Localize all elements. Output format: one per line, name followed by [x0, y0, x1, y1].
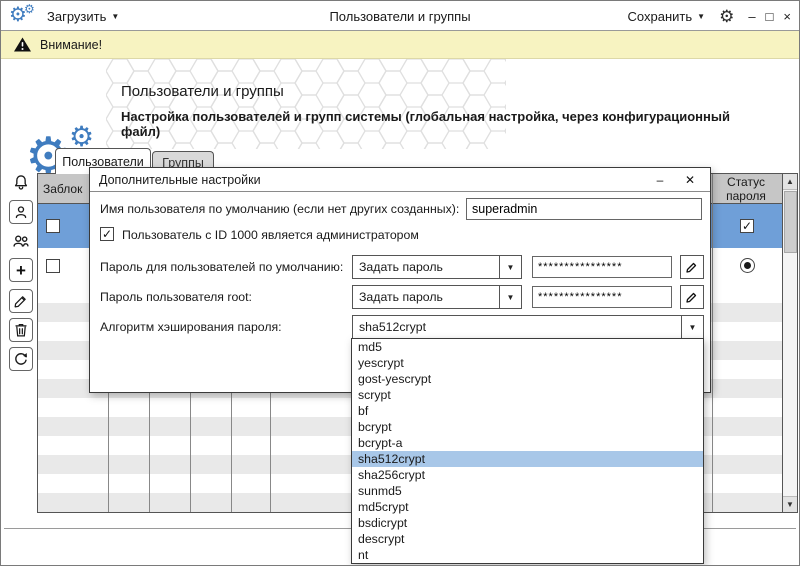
pencil-icon: [684, 289, 700, 305]
trash-icon: [11, 320, 31, 340]
hash-option[interactable]: bsdicrypt: [352, 515, 703, 531]
scroll-up-button[interactable]: ▲: [783, 174, 797, 190]
hash-option[interactable]: bf: [352, 403, 703, 419]
hash-algorithm-dropdown: md5 yescrypt gost-yescrypt scrypt bf bcr…: [351, 338, 704, 564]
default-password-mode-select[interactable]: Задать пароль ▼: [352, 255, 522, 279]
default-user-input[interactable]: [466, 198, 702, 220]
password-status-checkbox[interactable]: ✓: [740, 219, 754, 233]
dialog-titlebar[interactable]: Дополнительные настройки – ✕: [90, 168, 710, 192]
default-password-label: Пароль для пользователей по умолчанию:: [100, 260, 343, 274]
edit-root-password-button[interactable]: [680, 285, 704, 309]
gear-icon: ⚙: [69, 123, 94, 151]
groups-button[interactable]: [9, 229, 33, 253]
user-account-button[interactable]: [9, 200, 33, 224]
minimize-button[interactable]: –: [748, 10, 755, 23]
notifications-bell-button[interactable]: [9, 171, 33, 195]
titlebar: ⚙ ⚙ Загрузить ▼ Пользователи и группы Со…: [1, 1, 799, 31]
hash-option-selected[interactable]: sha512crypt: [352, 451, 703, 467]
admin-id-label: Пользователь с ID 1000 является админист…: [122, 228, 419, 242]
blocked-checkbox[interactable]: [46, 219, 60, 233]
dialog-close-button[interactable]: ✕: [682, 172, 698, 188]
chevron-down-icon: ▼: [697, 12, 705, 21]
refresh-icon: [11, 349, 31, 369]
check-icon: ✓: [102, 228, 112, 240]
chevron-down-icon: ▼: [499, 256, 521, 278]
scroll-up-icon: ▲: [786, 177, 794, 186]
hash-algorithm-select[interactable]: sha512crypt ▼: [352, 315, 704, 339]
warning-text: Внимание!: [40, 38, 102, 52]
page-header: ⚙ ⚙ ⚙ Пользователи и группы Настройка по…: [1, 59, 799, 149]
edit-user-button[interactable]: [9, 289, 33, 313]
settings-gear-icon[interactable]: ⚙: [719, 8, 734, 25]
add-user-button[interactable]: +: [9, 258, 33, 282]
root-password-input[interactable]: [532, 286, 672, 308]
blocked-checkbox[interactable]: [46, 259, 60, 273]
page-title: Пользователи и группы: [121, 83, 284, 100]
hash-option[interactable]: yescrypt: [352, 355, 703, 371]
bell-icon: [11, 173, 31, 193]
hash-option[interactable]: md5crypt: [352, 499, 703, 515]
hash-option[interactable]: md5: [352, 339, 703, 355]
password-status-radio[interactable]: [740, 258, 755, 273]
plus-icon: +: [16, 262, 26, 279]
column-header-password-status: Статус пароля: [714, 176, 778, 204]
chevron-down-icon: ▼: [499, 286, 521, 308]
hash-option[interactable]: sha256crypt: [352, 467, 703, 483]
pencil-icon: [11, 291, 31, 311]
hash-option[interactable]: descrypt: [352, 531, 703, 547]
hash-option[interactable]: gost-yescrypt: [352, 371, 703, 387]
check-icon: ✓: [742, 220, 752, 232]
refresh-button[interactable]: [9, 347, 33, 371]
hash-option[interactable]: sunmd5: [352, 483, 703, 499]
scroll-down-icon: ▼: [786, 500, 794, 509]
dialog-minimize-button[interactable]: –: [652, 172, 668, 188]
pencil-icon: [684, 259, 700, 275]
default-user-label: Имя пользователя по умолчанию (если нет …: [100, 202, 459, 216]
hash-option[interactable]: bcrypt: [352, 419, 703, 435]
hash-option[interactable]: nt: [352, 547, 703, 563]
save-menu-label: Сохранить: [628, 9, 693, 24]
user-icon: [11, 202, 31, 222]
column-divider: [712, 174, 713, 512]
hash-option[interactable]: bcrypt-a: [352, 435, 703, 451]
hash-option[interactable]: scrypt: [352, 387, 703, 403]
root-password-label: Пароль пользователя root:: [100, 290, 252, 304]
vertical-scrollbar[interactable]: ▲ ▼: [782, 174, 797, 512]
default-password-input[interactable]: [532, 256, 672, 278]
app-window: ⚙ ⚙ Загрузить ▼ Пользователи и группы Со…: [0, 0, 800, 566]
hash-algorithm-label: Алгоритм хэширования пароля:: [100, 320, 282, 334]
page-subtitle: Настройка пользователей и групп системы …: [121, 109, 761, 139]
warning-banner: Внимание!: [1, 31, 799, 59]
admin-id-checkbox[interactable]: ✓: [100, 227, 114, 241]
delete-user-button[interactable]: [9, 318, 33, 342]
save-menu-button[interactable]: Сохранить ▼: [628, 9, 706, 24]
scrollbar-thumb[interactable]: [784, 191, 797, 253]
scroll-down-button[interactable]: ▼: [783, 496, 797, 512]
close-button[interactable]: ×: [783, 10, 791, 23]
edit-default-password-button[interactable]: [680, 255, 704, 279]
root-password-mode-select[interactable]: Задать пароль ▼: [352, 285, 522, 309]
chevron-down-icon: ▼: [681, 316, 703, 338]
maximize-button[interactable]: □: [766, 10, 774, 23]
warning-triangle-icon: [13, 36, 32, 53]
dialog-title: Дополнительные настройки: [99, 173, 261, 187]
users-group-icon: [10, 230, 32, 252]
